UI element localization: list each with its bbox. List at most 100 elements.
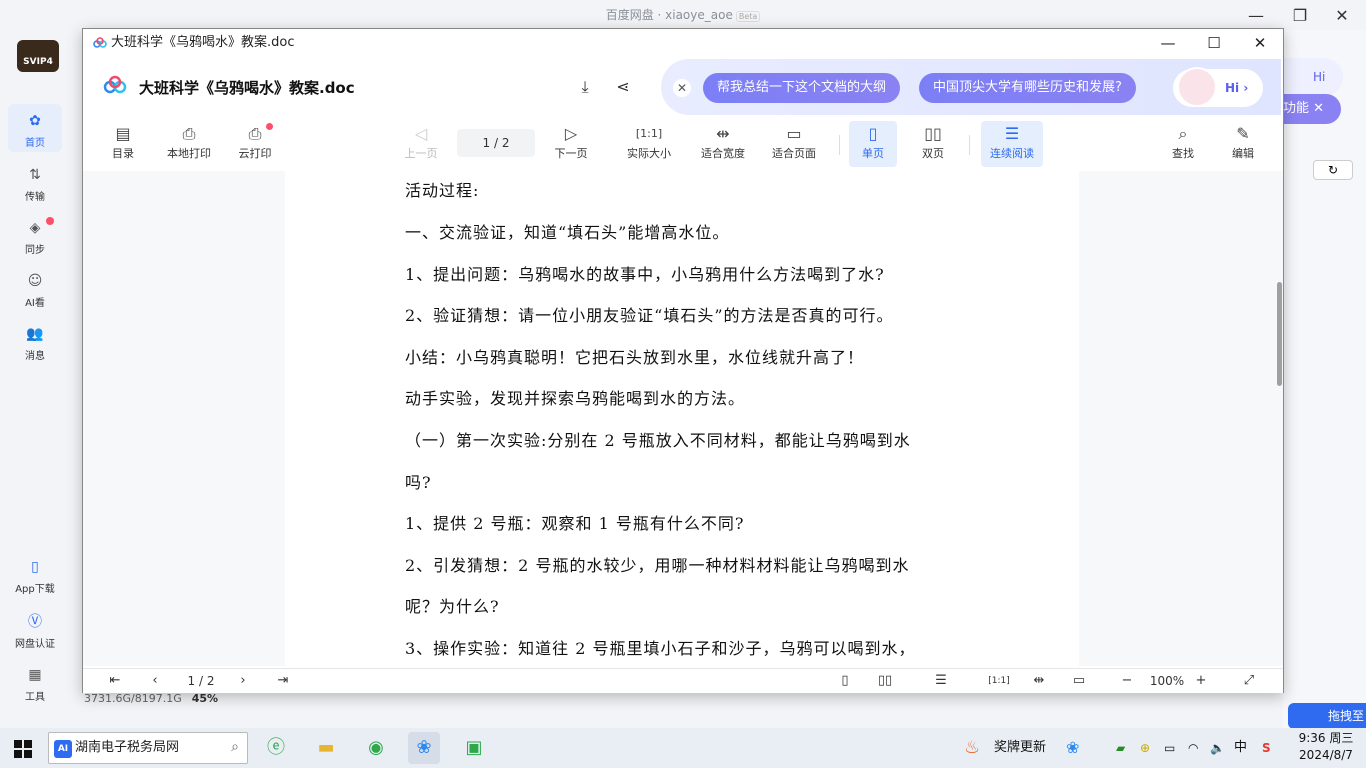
background-window-title: 百度网盘 · xiaoye_aoe Beta [0, 0, 1366, 30]
background-hi-button[interactable]: Hi [1283, 58, 1343, 96]
find-button[interactable]: ⌕ 查找 [1165, 121, 1201, 167]
actual-size-icon[interactable]: [1:1] [987, 671, 1011, 691]
prev-page-label: 上一页 [404, 147, 438, 160]
taskbar-search-box[interactable]: AI 湖南电子税务局网 ⌕ [48, 732, 248, 764]
maximize-button[interactable]: ❐ [1280, 2, 1320, 30]
actual-size-button[interactable]: [1:1] 实际大小 [619, 121, 679, 167]
sidebar-item-sync[interactable]: ◈ 同步 [8, 211, 62, 259]
battery-icon[interactable]: ▭ [1164, 728, 1175, 768]
cloud-print-button[interactable]: ⎙ 云打印 [231, 121, 279, 167]
fit-page-label: 适合页面 [772, 147, 816, 160]
chevron-left-icon[interactable]: ‹ [145, 671, 165, 691]
sidebar-item-home[interactable]: ✿ 首页 [8, 104, 62, 152]
background-feature-chip[interactable]: 功能 ✕ [1283, 94, 1341, 124]
local-print-button[interactable]: ⎙ 本地打印 [161, 121, 217, 167]
document-line: 1、提供 2 号瓶：观察和 1 号瓶有什么不同? [405, 514, 745, 533]
storage-used: 3731.6G/8197.1G [84, 692, 182, 705]
message-icon: 👥 [26, 326, 44, 342]
double-page-icon[interactable]: ▯▯ [873, 671, 897, 691]
drag-upload-button[interactable]: 拖拽至 [1288, 703, 1366, 729]
double-page-label: 双页 [922, 147, 944, 160]
baidu-netdisk-taskbar-icon[interactable]: ❀ [408, 732, 440, 764]
zoom-in-icon[interactable]: + [1191, 671, 1211, 691]
vertical-scrollbar[interactable] [1277, 282, 1282, 386]
minimize-button[interactable]: — [1236, 2, 1276, 30]
sidebar-label: App下载 [15, 584, 55, 595]
sidebar-item-transfer[interactable]: ⇅ 传输 [8, 158, 62, 206]
sidebar-item-verify[interactable]: Ⓥ 网盘认证 [8, 605, 62, 653]
sogou-icon[interactable]: S [1262, 728, 1271, 768]
file-explorer-icon[interactable]: ▬ [310, 732, 342, 764]
next-page-button[interactable]: ▷ 下一页 [547, 121, 595, 167]
app-title: 百度网盘 · xiaoye_aoe [605, 8, 733, 22]
system-clock[interactable]: 9:36 周三 2024/8/7 [1296, 730, 1356, 764]
viewer-maximize-button[interactable]: ☐ [1191, 29, 1237, 57]
flame-icon[interactable]: ♨ [964, 728, 980, 768]
baidu-netdisk-tray-icon[interactable]: ❀ [1066, 728, 1079, 768]
toolbar-divider [969, 135, 970, 155]
chevron-right-icon[interactable]: › [233, 671, 253, 691]
wechat-icon[interactable]: ◉ [360, 732, 392, 764]
download-icon[interactable]: ⤓ [573, 75, 597, 99]
sidebar-item-tools[interactable]: ▦ 工具 [8, 658, 62, 706]
close-icon[interactable]: ✕ [1313, 101, 1324, 116]
document-area[interactable]: 活动过程: 一、交流验证，知道“填石头”能增高水位。 1、提出问题：乌鸦喝水的故… [83, 171, 1283, 666]
single-page-button[interactable]: ▯ 单页 [849, 121, 897, 167]
refresh-icon[interactable]: ↻ [1313, 160, 1353, 180]
volume-icon[interactable]: 🔈 [1210, 728, 1225, 768]
browser-icon[interactable]: ⓔ [260, 732, 292, 764]
baidu-netdisk-logo-icon [93, 37, 107, 48]
time: 9:36 周三 [1298, 731, 1354, 745]
viewer-bottom-bar: ⇤ ‹ 1 / 2 › ⇥ ▯ ▯▯ ☰ [1:1] ⇹ ▭ − 100% + … [83, 668, 1283, 693]
single-page-icon[interactable]: ▯ [835, 671, 855, 691]
notification-text[interactable]: 奖牌更新 [994, 728, 1046, 768]
sidebar-item-app-download[interactable]: ▯ App下载 [8, 550, 62, 598]
first-page-icon[interactable]: ⇤ [105, 671, 125, 691]
viewer-close-button[interactable]: ✕ [1237, 29, 1283, 57]
nvidia-icon[interactable]: ▰ [1116, 728, 1125, 768]
ai-suggestion-chip-universities[interactable]: 中国顶尖大学有哪些历史和发展? [919, 73, 1136, 103]
ime-indicator[interactable]: 中 [1234, 728, 1247, 768]
toc-label: 目录 [112, 147, 134, 160]
continuous-reading-icon[interactable]: ☰ [931, 671, 951, 691]
share-icon[interactable]: ⋖ [611, 75, 635, 99]
actual-size-label: 实际大小 [627, 147, 671, 160]
continuous-reading-button[interactable]: ☰ 连续阅读 [981, 121, 1043, 167]
fullscreen-icon[interactable]: ⤢ [1239, 671, 1259, 691]
fit-width-icon[interactable]: ⇹ [1029, 671, 1049, 691]
plus-icon[interactable]: ⊕ [1140, 728, 1150, 768]
bottom-page-indicator[interactable]: 1 / 2 [181, 671, 221, 691]
wifi-icon[interactable]: ◠ [1188, 728, 1198, 768]
zoom-out-icon[interactable]: − [1117, 671, 1137, 691]
document-line: 小结：小乌鸦真聪明！它把石头放到水里，水位线就升高了！ [405, 348, 865, 367]
fit-width-button[interactable]: ⇹ 适合宽度 [693, 121, 753, 167]
double-page-button[interactable]: ▯▯ 双页 [909, 121, 957, 167]
document-line: 动手实验，发现并探索乌鸦能喝到水的方法。 [405, 389, 746, 408]
drag-label: 拖拽至 [1328, 709, 1365, 723]
document-line: 吗? [405, 473, 432, 492]
hi-label: Hi [1313, 70, 1326, 84]
windows-start-icon[interactable] [14, 740, 32, 758]
verify-icon: Ⓥ [28, 614, 42, 630]
close-button[interactable]: ✕ [1322, 2, 1362, 30]
notification-dot [266, 123, 273, 130]
fit-page-button[interactable]: ▭ 适合页面 [767, 121, 821, 167]
last-page-icon[interactable]: ⇥ [273, 671, 293, 691]
toc-button[interactable]: ▤ 目录 [103, 121, 143, 167]
sync-icon: ◈ [29, 220, 41, 236]
edit-button[interactable]: ✎ 编辑 [1225, 121, 1261, 167]
ai-suggestion-chip-summary[interactable]: 帮我总结一下这个文档的大纲 [703, 73, 901, 103]
actual-size-icon: [1:1] [635, 127, 663, 140]
document-line: 2、引发猜想：2 号瓶的水较少，用哪一种材料材料能让乌鸦喝到水 [405, 556, 910, 575]
fit-page-icon[interactable]: ▭ [1069, 671, 1089, 691]
viewer-title-bar: 大班科学《乌鸦喝水》教案.doc [83, 29, 1283, 57]
page-indicator[interactable]: 1 / 2 [457, 129, 535, 157]
sidebar-item-ai-view[interactable]: ☺ AI看 [8, 264, 62, 312]
ai-bar-close-icon[interactable]: ✕ [673, 79, 691, 97]
viewer-minimize-button[interactable]: — [1145, 29, 1191, 57]
user-avatar[interactable]: SVIP4 [17, 40, 59, 72]
sidebar-item-messages[interactable]: 👥 消息 [8, 317, 62, 365]
document-line: 1、提出问题：乌鸦喝水的故事中，小乌鸦用什么方法喝到了水? [405, 265, 885, 284]
remote-desktop-icon[interactable]: ▣ [458, 732, 490, 764]
prev-page-button[interactable]: ◁ 上一页 [397, 121, 445, 167]
